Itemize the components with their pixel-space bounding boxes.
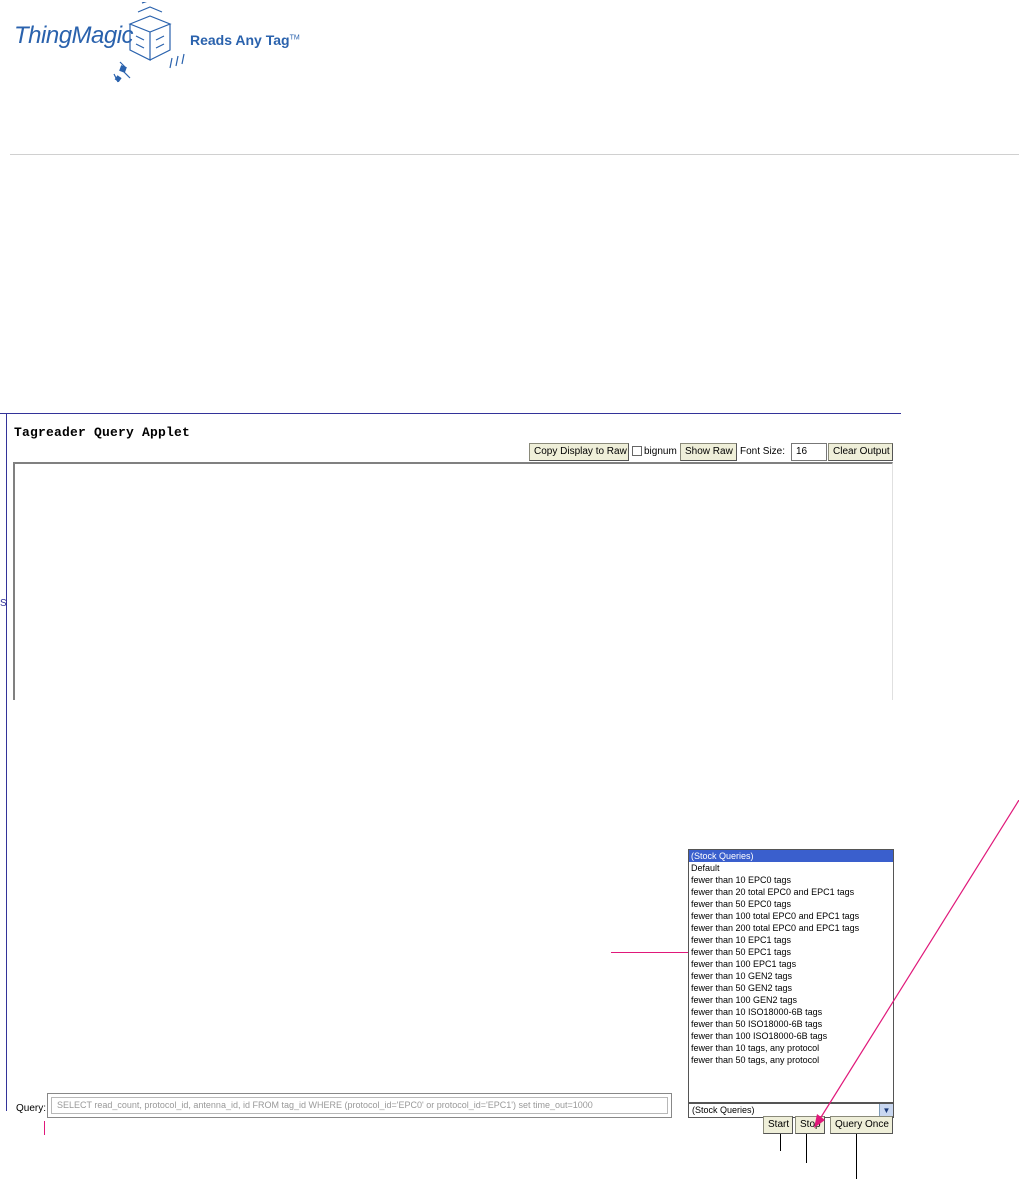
callout-arrow-stop xyxy=(814,800,1019,1128)
frame-edge-glyph: S xyxy=(0,598,7,609)
bignum-checkbox[interactable] xyxy=(632,446,642,456)
header-divider xyxy=(10,154,1019,155)
font-size-input[interactable]: 16 xyxy=(791,443,827,461)
bignum-label: bignum xyxy=(644,446,677,457)
applet-frame-top xyxy=(0,413,901,414)
tagline: Reads Any TagTM xyxy=(190,32,300,48)
query-input[interactable]: SELECT read_count, protocol_id, antenna_… xyxy=(51,1097,668,1114)
output-display[interactable] xyxy=(13,462,893,700)
callout-line-query-once xyxy=(856,1134,857,1179)
cube-logo-icon xyxy=(113,2,185,83)
trademark-mark: TM xyxy=(289,34,300,42)
show-raw-button[interactable]: Show Raw xyxy=(680,443,737,461)
copy-display-to-raw-button[interactable]: Copy Display to Raw xyxy=(529,443,629,461)
stock-queries-selected-value: (Stock Queries) xyxy=(692,1105,755,1115)
callout-line-start xyxy=(780,1134,781,1151)
callout-line-stop xyxy=(806,1134,807,1163)
callout-line-stock-list xyxy=(611,952,688,953)
applet-frame-left xyxy=(6,413,7,1111)
clear-output-button[interactable]: Clear Output xyxy=(828,443,893,461)
applet-title: Tagreader Query Applet xyxy=(14,425,191,440)
font-size-label: Font Size: xyxy=(740,446,786,457)
tagline-text: Reads Any Tag xyxy=(190,32,290,48)
start-button[interactable]: Start xyxy=(763,1116,793,1134)
query-label: Query: xyxy=(16,1103,47,1114)
callout-line-query xyxy=(44,1121,45,1135)
